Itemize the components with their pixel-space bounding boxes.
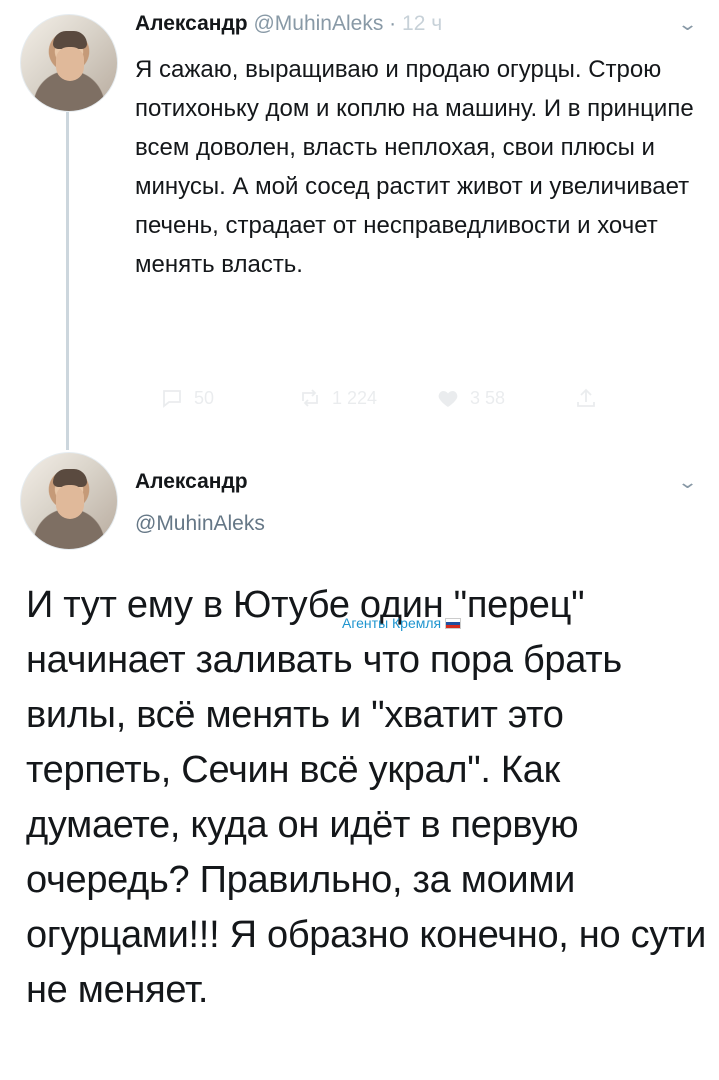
retweet-count: 1 224 <box>332 387 378 408</box>
reply-count: 50 <box>194 387 215 408</box>
heart-icon <box>438 391 458 407</box>
retweet-button[interactable]: 1 224 <box>298 386 436 410</box>
tweet-text: И тут ему в Ютубе один "перец" начинает … <box>26 584 707 1011</box>
author-handle[interactable]: @MuhinAleks <box>253 12 383 35</box>
avatar[interactable] <box>20 452 118 550</box>
tweet-header: Александр @MuhinAleks · 12 ч <box>135 12 442 36</box>
tweet-actions: 50 1 224 3 58 <box>160 383 712 413</box>
chevron-down-icon[interactable]: ⌄ <box>677 14 698 35</box>
watermark-text: Агенты Кремля <box>342 615 442 631</box>
share-icon <box>577 388 595 407</box>
watermark: Агенты Кремля <box>342 615 462 631</box>
retweet-icon <box>302 389 318 407</box>
tweet-timestamp[interactable]: 12 ч <box>402 12 442 35</box>
header-separator: · <box>389 12 397 35</box>
like-button[interactable]: 3 58 <box>436 386 574 410</box>
reply-icon <box>163 390 181 408</box>
share-button[interactable] <box>574 386 712 410</box>
thread-connector-line <box>66 112 69 450</box>
russian-flag-icon <box>445 617 462 629</box>
tweet-text: Я сажаю, выращиваю и продаю огурцы. Стро… <box>135 56 694 278</box>
like-count: 3 58 <box>470 387 506 408</box>
chevron-down-icon[interactable]: ⌄ <box>677 472 698 493</box>
author-handle[interactable]: @MuhinAleks <box>135 512 265 536</box>
reply-button[interactable]: 50 <box>160 386 298 410</box>
avatar[interactable] <box>20 14 118 112</box>
author-name[interactable]: Александр <box>135 470 248 494</box>
author-name[interactable]: Александр <box>135 12 248 35</box>
